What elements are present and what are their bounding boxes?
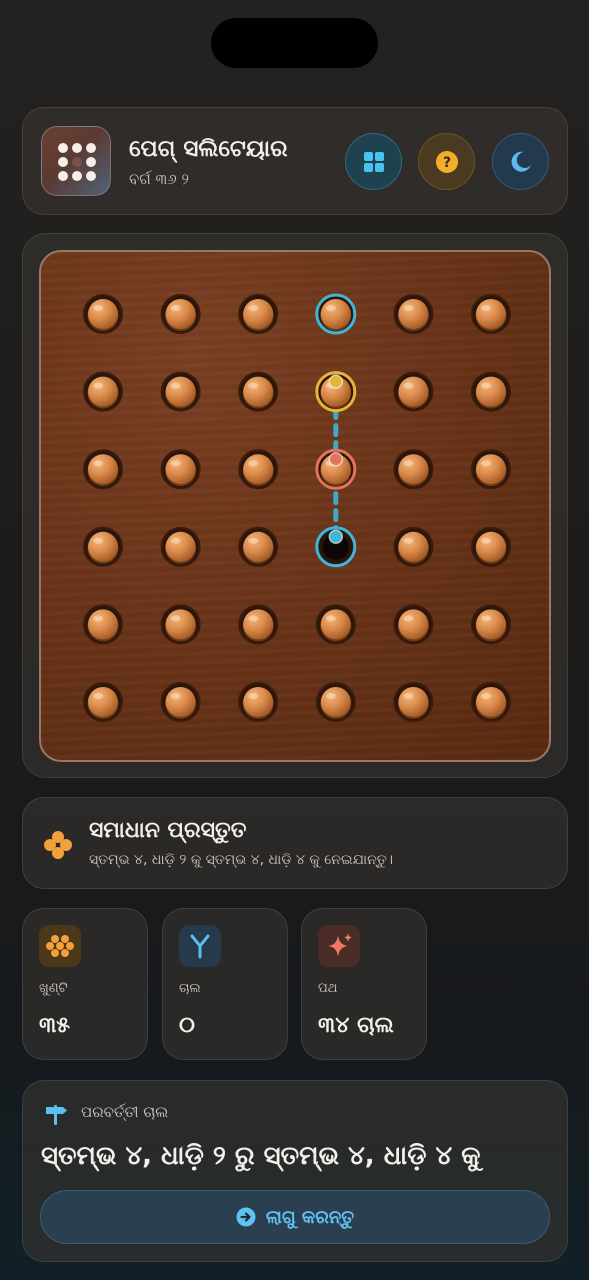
peg[interactable]	[238, 449, 279, 490]
signpost-icon	[46, 1105, 67, 1125]
moon-icon	[511, 151, 531, 172]
sparkle-icon	[318, 925, 360, 967]
peg[interactable]	[393, 526, 434, 567]
stat-path-label: ପଥ	[318, 981, 338, 996]
layout-button[interactable]	[345, 133, 402, 190]
status-description: ସ୍ତମ୍ଭ ୪, ଧାଡ଼ି ୨ କୁ ସ୍ତମ୍ଭ ୪, ଧାଡ଼ି ୪ କ…	[89, 852, 394, 868]
peg[interactable]	[238, 294, 279, 334]
device-notch	[211, 18, 378, 68]
app-logo-icon	[41, 126, 111, 196]
peg[interactable]	[315, 682, 356, 722]
peg[interactable]	[471, 294, 511, 334]
next-move-heading: ପରବର୍ତ୍ତୀ ଚାଲ	[81, 1103, 169, 1121]
status-title: ସମାଧାନ ପ୍ରସ୍ତୁତ	[89, 818, 247, 843]
apply-move-label: ଲାଗୁ କରନ୍ତୁ	[265, 1206, 355, 1228]
question-icon: ?	[436, 151, 458, 173]
peg[interactable]	[471, 604, 511, 645]
grid-icon	[364, 152, 384, 172]
theme-toggle-button[interactable]	[492, 133, 549, 190]
stat-moves-label: ଚାଲ	[179, 981, 201, 996]
peg[interactable]	[83, 604, 123, 645]
peg[interactable]	[471, 682, 511, 722]
app-title: ପେଗ୍ ସଲିଟେୟାର	[129, 136, 288, 162]
peg[interactable]	[160, 682, 201, 722]
game-board	[39, 250, 551, 762]
board-frame	[22, 233, 568, 778]
jumped-peg[interactable]	[315, 448, 357, 490]
peg[interactable]	[160, 449, 201, 490]
svg-text:?: ?	[443, 155, 451, 171]
stat-pegs-value: ୩୫	[39, 1013, 71, 1038]
honeycomb-icon	[39, 925, 81, 967]
header-card: ପେଗ୍ ସଲିଟେୟାର ବର୍ଗ ୩୬ ୨ ?	[22, 107, 568, 215]
peg[interactable]	[160, 604, 201, 645]
apply-move-button[interactable]: ଲାଗୁ କରନ୍ତୁ	[40, 1190, 550, 1244]
arrow-right-circle-icon	[236, 1207, 256, 1227]
target-peg[interactable]	[315, 526, 357, 568]
peg[interactable]	[393, 294, 434, 334]
stat-pegs: ଖୁଣ୍ଟି ୩୫	[22, 908, 148, 1060]
help-button[interactable]: ?	[418, 133, 475, 190]
selected-peg[interactable]	[315, 293, 357, 335]
from-peg[interactable]	[315, 371, 357, 413]
peg[interactable]	[160, 526, 201, 567]
peg[interactable]	[160, 294, 201, 334]
peg[interactable]	[238, 371, 279, 412]
next-move-text: ସ୍ତମ୍ଭ ୪, ଧାଡ଼ି ୨ ରୁ ସ୍ତମ୍ଭ ୪, ଧାଡ଼ି ୪ କ…	[41, 1141, 481, 1171]
peg[interactable]	[393, 449, 434, 490]
peg-cluster-icon	[44, 831, 72, 859]
peg[interactable]	[238, 682, 279, 722]
peg[interactable]	[83, 526, 123, 567]
peg[interactable]	[393, 371, 434, 412]
board-grid	[83, 293, 511, 722]
peg[interactable]	[83, 371, 123, 412]
peg[interactable]	[471, 449, 511, 490]
app-subtitle: ବର୍ଗ ୩୬ ୨	[129, 170, 189, 188]
stat-pegs-label: ଖୁଣ୍ଟି	[39, 981, 68, 996]
branch-icon	[179, 925, 221, 967]
peg[interactable]	[83, 682, 123, 722]
peg[interactable]	[315, 604, 356, 645]
peg[interactable]	[238, 526, 279, 567]
peg[interactable]	[83, 449, 123, 490]
status-card: ସମାଧାନ ପ୍ରସ୍ତୁତ ସ୍ତମ୍ଭ ୪, ଧାଡ଼ି ୨ କୁ ସ୍ତ…	[22, 797, 568, 889]
peg[interactable]	[160, 371, 201, 412]
peg[interactable]	[393, 604, 434, 645]
stat-moves-value: ୦	[179, 1013, 195, 1038]
stat-path-value: ୩୪ ଚାଲ	[318, 1013, 394, 1038]
peg[interactable]	[238, 604, 279, 645]
peg[interactable]	[83, 294, 123, 334]
next-move-card: ପରବର୍ତ୍ତୀ ଚାଲ ସ୍ତମ୍ଭ ୪, ଧାଡ଼ି ୨ ରୁ ସ୍ତମ୍…	[22, 1080, 568, 1262]
peg[interactable]	[471, 526, 511, 567]
peg[interactable]	[471, 371, 511, 412]
peg[interactable]	[393, 682, 434, 722]
stat-path: ପଥ ୩୪ ଚାଲ	[301, 908, 427, 1060]
stat-moves: ଚାଲ ୦	[162, 908, 288, 1060]
